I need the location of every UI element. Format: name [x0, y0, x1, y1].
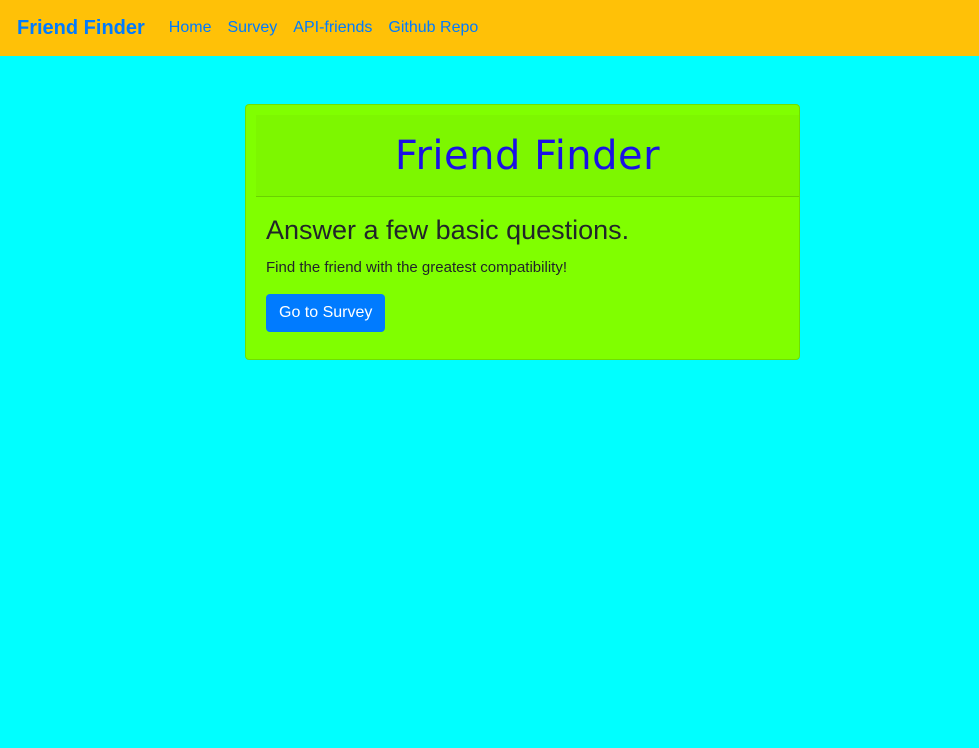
nav-link-github-repo[interactable]: Github Repo — [388, 19, 478, 37]
main-card: Friend Finder Answer a few basic questio… — [245, 104, 800, 360]
brand-link[interactable]: Friend Finder — [17, 17, 145, 40]
card-text: Find the friend with the greatest compat… — [266, 259, 567, 276]
nav-link-survey[interactable]: Survey — [227, 19, 277, 37]
card-body: Answer a few basic questions. Find the f… — [266, 215, 779, 332]
card-header: Friend Finder — [256, 115, 799, 197]
nav-link-api-friends[interactable]: API-friends — [293, 19, 372, 37]
go-to-survey-button[interactable]: Go to Survey — [266, 294, 386, 332]
nav-link-home[interactable]: Home — [169, 19, 212, 37]
navbar: Friend Finder Home Survey API-friends Gi… — [0, 0, 979, 56]
card-heading: Answer a few basic questions. — [266, 215, 630, 245]
card-header-title: Friend Finder — [394, 132, 661, 179]
